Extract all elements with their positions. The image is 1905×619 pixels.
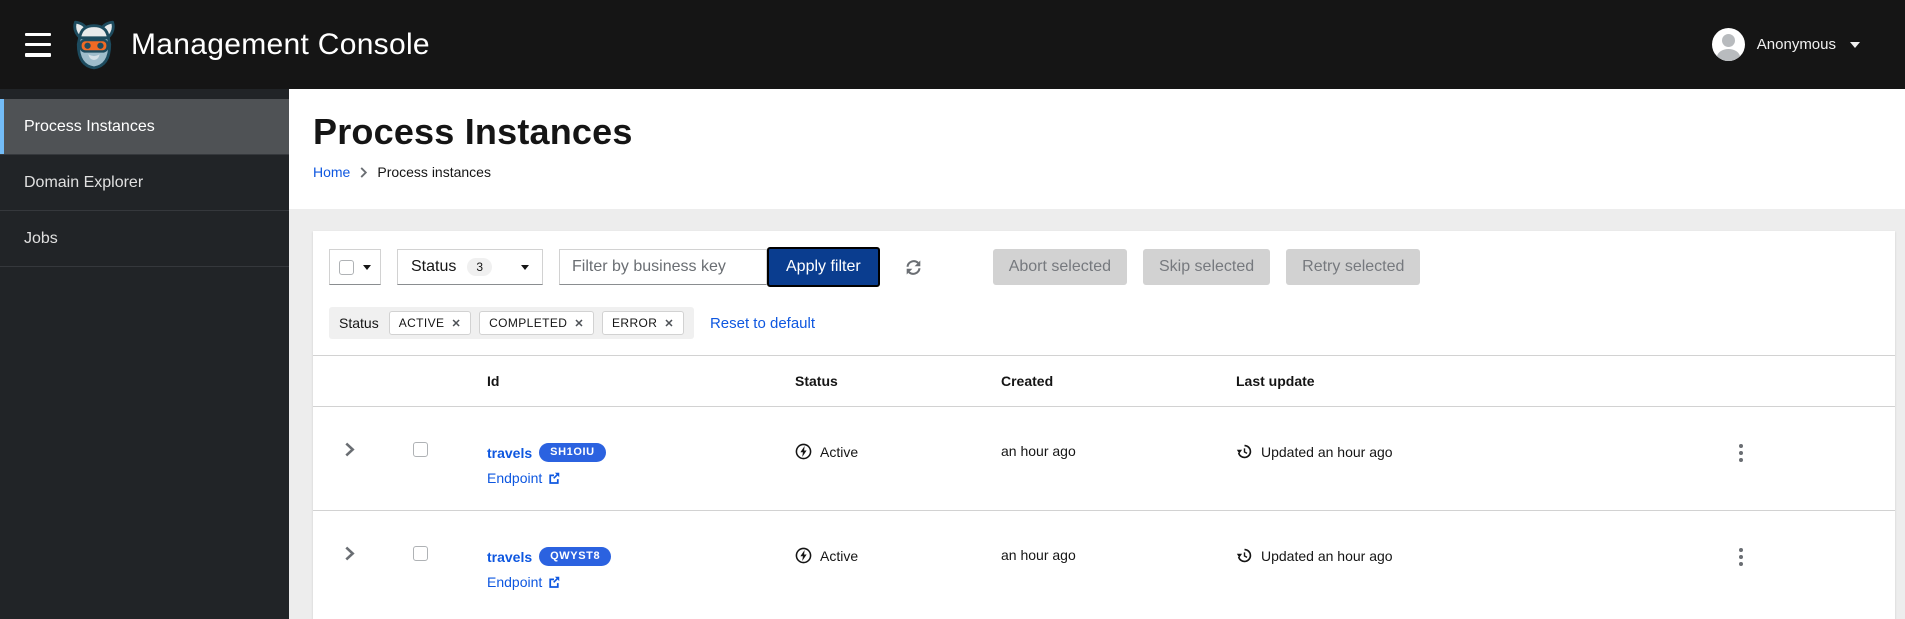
abort-selected-button[interactable]: Abort selected [992, 249, 1127, 285]
active-status-icon [795, 443, 812, 460]
angle-right-icon [344, 442, 355, 457]
filter-toolbar: Status 3 Apply filter [313, 231, 1895, 287]
chip-label: ERROR [611, 316, 658, 330]
reset-to-default-link[interactable]: Reset to default [710, 315, 815, 332]
side-navigation: Process Instances Domain Explorer Jobs [0, 89, 289, 619]
sidebar-item-domain-explorer[interactable]: Domain Explorer [0, 155, 289, 211]
status-caret-down-icon [521, 264, 529, 270]
breadcrumb-current: Process instances [377, 164, 491, 180]
retry-selected-button[interactable]: Retry selected [1286, 249, 1421, 285]
page-body-section: Status 3 Apply filter [289, 209, 1905, 619]
breadcrumb-home-link[interactable]: Home [313, 164, 350, 180]
page-title: Process Instances [313, 111, 633, 152]
status-chip-group: Status ACTIVE ✕ COMPLETED ✕ ERROR ✕ [329, 307, 694, 339]
table-row: travels SH1OIU Endpoint Active an hour a… [313, 407, 1895, 511]
breadcrumb-angle-right-icon [359, 166, 368, 178]
nav-toggle-hamburger-icon[interactable] [25, 32, 55, 57]
chip-error: ERROR ✕ [601, 311, 684, 335]
status-filter-dropdown[interactable]: Status 3 [397, 249, 543, 285]
endpoint-link[interactable]: Endpoint [487, 574, 542, 590]
sidebar-item-label: Jobs [24, 229, 58, 247]
last-update-text: Updated an hour ago [1261, 547, 1393, 564]
top-masthead: Management Console Anonymous [0, 0, 1905, 89]
column-header-created: Created [1001, 373, 1054, 389]
apply-filter-button[interactable]: Apply filter [767, 247, 880, 287]
column-header-status: Status [795, 373, 838, 389]
kebab-icon [1739, 548, 1743, 566]
history-icon [1236, 548, 1252, 563]
business-key-badge: SH1OIU [539, 443, 606, 462]
applied-filters-row: Status ACTIVE ✕ COMPLETED ✕ ERROR ✕ Rese… [313, 307, 1895, 355]
chip-label: COMPLETED [489, 316, 568, 330]
main-content: Process Instances Home Process instances… [289, 89, 1905, 619]
kebab-menu-button[interactable] [1738, 443, 1744, 463]
sidebar-item-jobs[interactable]: Jobs [0, 211, 289, 267]
kogito-logo-icon [73, 20, 115, 69]
sync-icon [906, 259, 921, 275]
angle-right-icon [344, 546, 355, 561]
username-dropdown[interactable]: Anonymous [1757, 36, 1836, 53]
user-caret-down-icon[interactable] [1850, 41, 1860, 48]
business-key-badge: QWYST8 [539, 547, 612, 566]
endpoint-link[interactable]: Endpoint [487, 470, 542, 486]
process-list-card: Status 3 Apply filter [313, 231, 1895, 619]
history-icon [1236, 444, 1252, 459]
user-avatar [1711, 28, 1745, 61]
external-link-icon[interactable] [547, 471, 561, 485]
chip-group-label: Status [339, 315, 379, 331]
chip-active: ACTIVE ✕ [388, 311, 472, 335]
external-link-icon[interactable] [547, 575, 561, 589]
process-name-link[interactable]: travels [487, 445, 532, 461]
select-all-checkbox[interactable] [339, 259, 354, 275]
page-header-section: Process Instances Home Process instances [289, 89, 1905, 209]
status-selected-count-badge: 3 [467, 258, 493, 276]
bulk-actions-group: Abort selected Skip selected Retry selec… [992, 249, 1421, 285]
breadcrumb: Home Process instances [313, 164, 1881, 180]
expand-row-button[interactable] [344, 442, 355, 457]
refresh-button[interactable] [904, 258, 923, 277]
expand-row-button[interactable] [344, 546, 355, 561]
status-text: Active [820, 443, 859, 460]
process-name-link[interactable]: travels [487, 549, 532, 565]
row-checkbox[interactable] [412, 546, 428, 561]
kebab-icon [1739, 444, 1743, 462]
chip-completed: COMPLETED ✕ [479, 311, 594, 335]
row-checkbox[interactable] [412, 442, 428, 457]
bulk-select-caret-down-icon [363, 264, 371, 270]
status-text: Active [820, 547, 859, 564]
column-header-id: Id [487, 373, 500, 389]
created-text: an hour ago [1001, 547, 1076, 563]
table-row: travels QWYST8 Endpoint Active an hour a… [313, 511, 1895, 615]
chip-label: ACTIVE [398, 316, 445, 330]
kebab-menu-button[interactable] [1738, 547, 1744, 567]
business-key-input[interactable] [559, 249, 767, 285]
bulk-select-dropdown[interactable] [329, 249, 381, 285]
sidebar-item-label: Domain Explorer [24, 173, 144, 191]
business-key-filter-group: Apply filter [559, 247, 880, 287]
status-dropdown-label: Status [411, 258, 457, 275]
sidebar-item-process-instances[interactable]: Process Instances [0, 99, 289, 155]
chip-close-icon[interactable]: ✕ [451, 317, 461, 330]
process-instances-table: Id Status Created Last update travels SH… [313, 355, 1895, 615]
skip-selected-button[interactable]: Skip selected [1142, 249, 1271, 285]
chip-close-icon[interactable]: ✕ [664, 317, 674, 330]
chip-close-icon[interactable]: ✕ [574, 317, 584, 330]
last-update-text: Updated an hour ago [1261, 443, 1393, 460]
created-text: an hour ago [1001, 443, 1076, 459]
table-header-row: Id Status Created Last update [313, 355, 1895, 407]
column-header-last-update: Last update [1236, 373, 1315, 389]
app-title: Management Console [131, 27, 430, 61]
sidebar-item-label: Process Instances [24, 117, 155, 135]
active-status-icon [795, 547, 812, 564]
